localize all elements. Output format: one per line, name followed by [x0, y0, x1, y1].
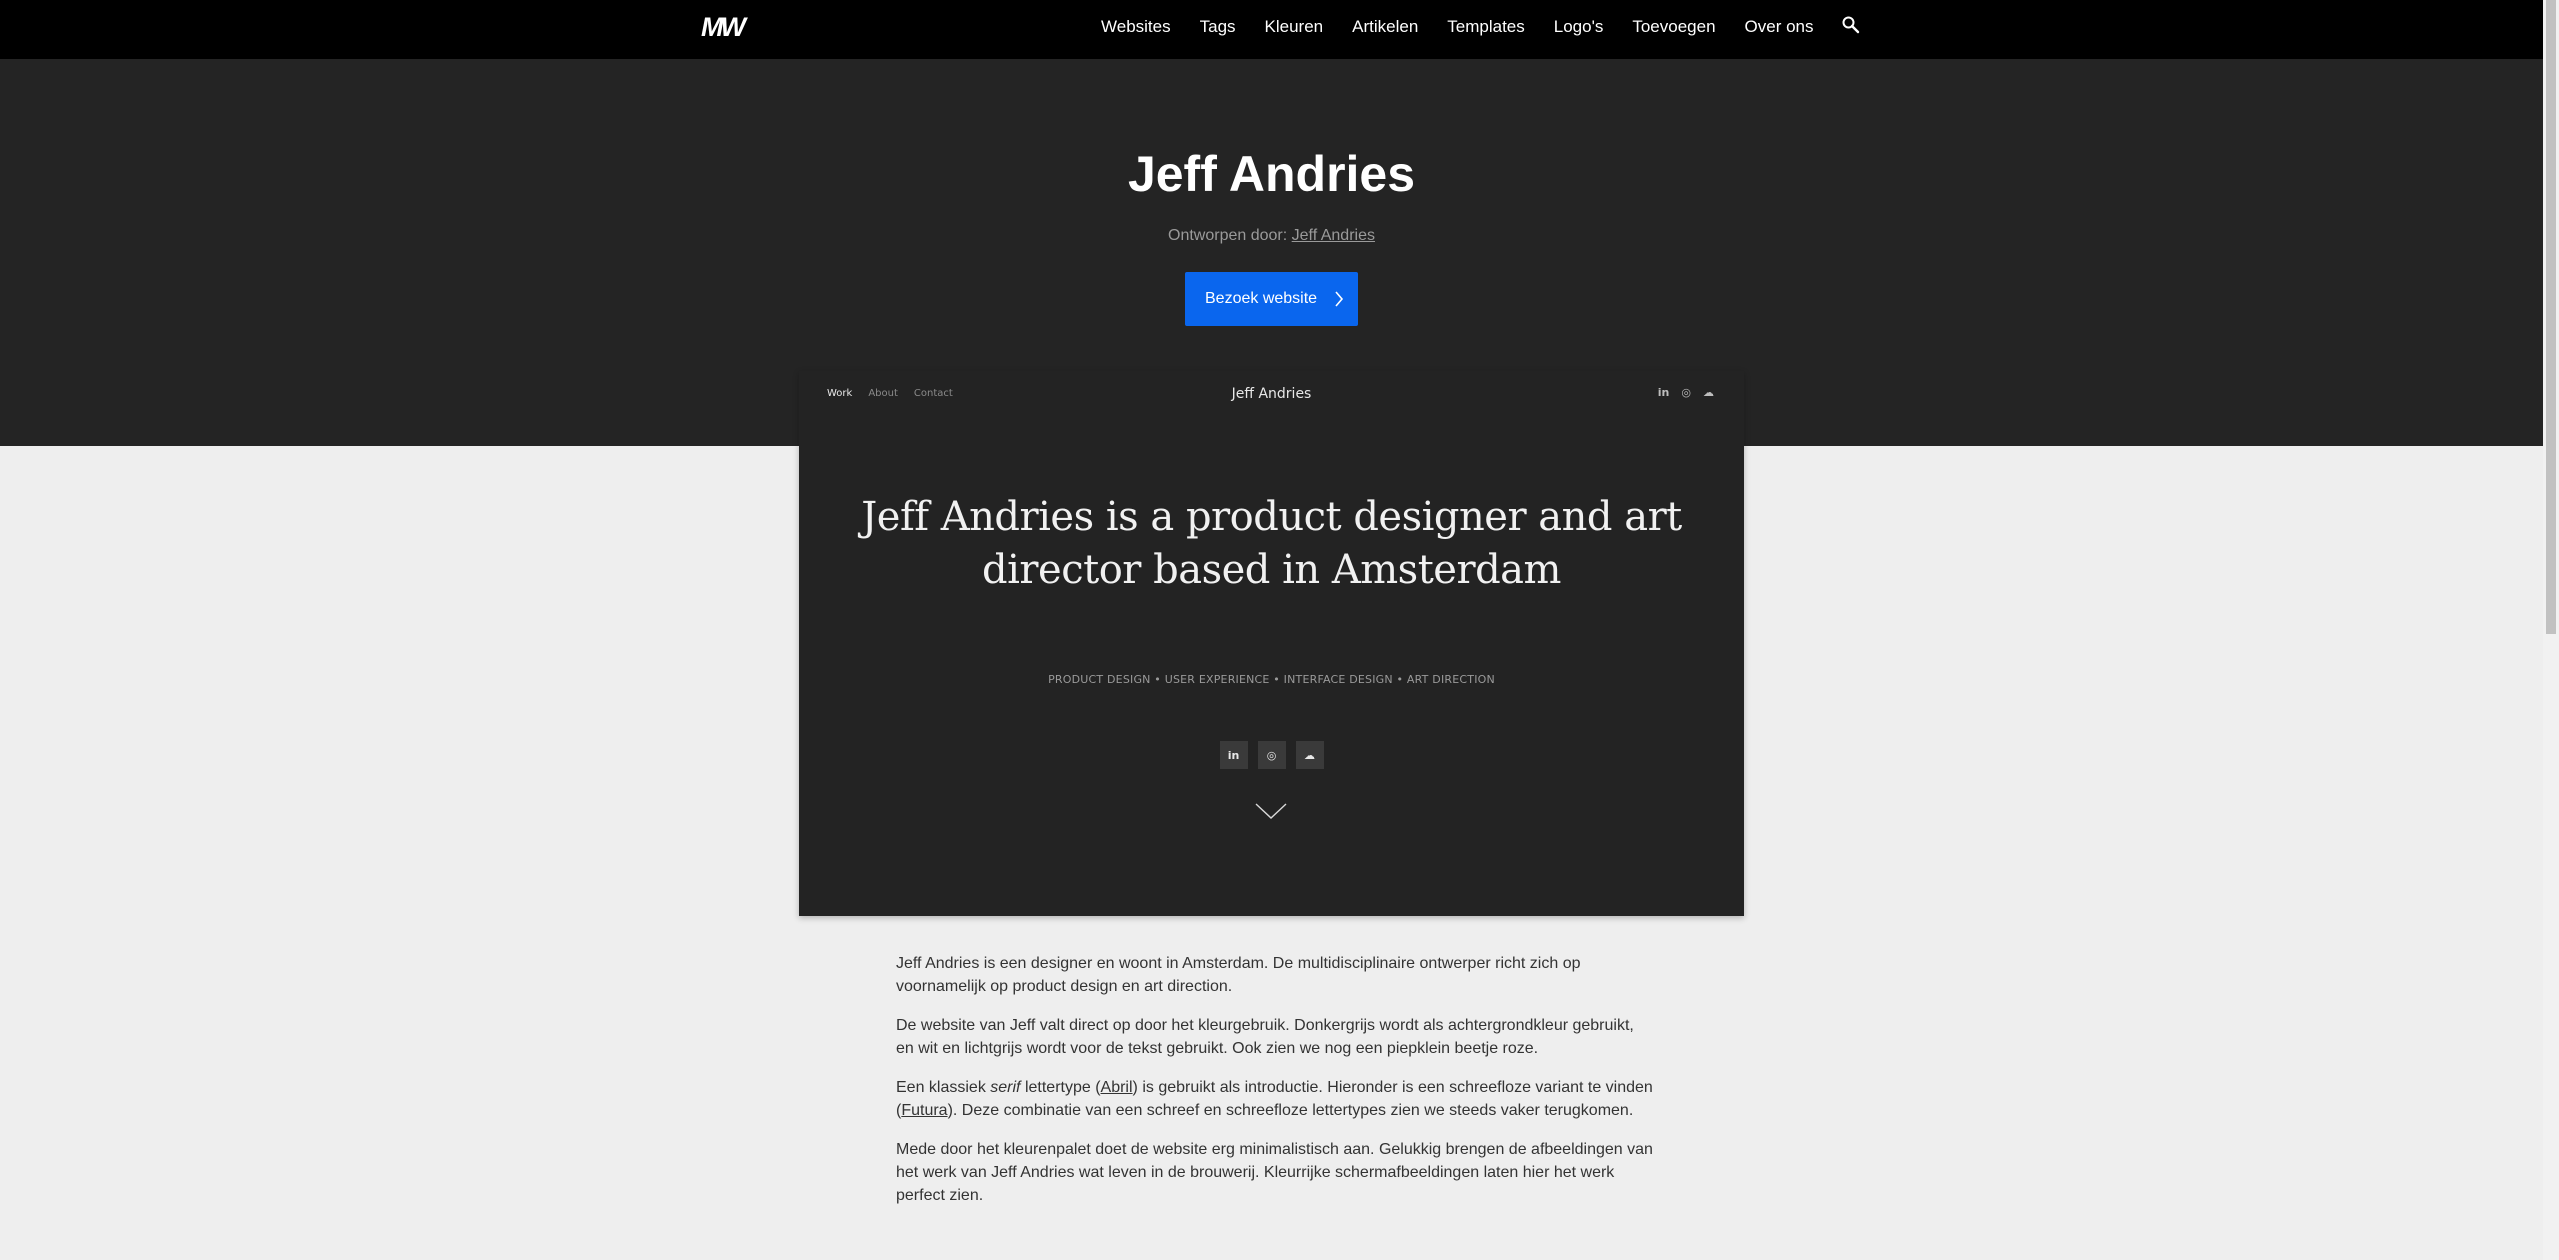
soundcloud-icon: ☁ [1703, 386, 1714, 399]
chevron-down-icon [1255, 803, 1287, 819]
instagram-icon: ◎ [1681, 386, 1691, 399]
site-logo[interactable]: MW [701, 14, 763, 41]
search-icon[interactable] [1841, 15, 1861, 35]
nav-link-tags[interactable]: Tags [1200, 17, 1236, 37]
nav-link-logos[interactable]: Logo's [1554, 17, 1604, 37]
page-title: Jeff Andries [1127, 146, 1416, 202]
visit-website-button[interactable]: Bezoek website [1185, 272, 1358, 326]
linkedin-icon: in [1657, 386, 1670, 399]
website-screenshot[interactable]: Work About Contact Jeff Andries in ◎ ☁ J… [799, 371, 1744, 916]
scrollbar[interactable] [2543, 0, 2559, 1260]
preview-brand: Jeff Andries [1231, 386, 1312, 402]
chevron-right-icon [1335, 291, 1344, 307]
article-paragraph: Een klassiek serif lettertype (Abril) is… [896, 1076, 1656, 1122]
text-fragment: lettertype ( [1020, 1079, 1101, 1096]
nav-link-over-ons[interactable]: Over ons [1745, 17, 1814, 37]
nav-link-kleuren[interactable]: Kleuren [1265, 17, 1324, 37]
visit-website-label: Bezoek website [1205, 290, 1318, 307]
instagram-icon: ◎ [1257, 741, 1286, 769]
font-link-futura[interactable]: Futura [901, 1102, 947, 1119]
nav-link-toevoegen[interactable]: Toevoegen [1632, 17, 1715, 37]
preview-social-buttons: in ◎ ☁ [799, 741, 1744, 769]
article-paragraph: De website van Jeff valt direct op door … [896, 1017, 1634, 1057]
preview-social-top: in ◎ ☁ [1658, 386, 1714, 400]
emphasis-serif: serif [990, 1079, 1021, 1096]
designer-label: Ontworpen door: [1168, 227, 1288, 244]
article-paragraph: Jeff Andries is een designer en woont in… [896, 955, 1581, 995]
nav-link-templates[interactable]: Templates [1447, 17, 1524, 37]
nav-link-websites[interactable]: Websites [1101, 17, 1171, 37]
scrollbar-thumb[interactable] [2546, 0, 2556, 634]
linkedin-icon: in [1219, 741, 1248, 769]
preview-headline: Jeff Andries is a product designer and a… [861, 494, 1682, 593]
article-body: Jeff Andries is een designer en woont in… [896, 952, 1656, 1223]
designer-credit: Ontworpen door: Jeff Andries [0, 226, 2543, 246]
nav-link-artikelen[interactable]: Artikelen [1352, 17, 1418, 37]
article-paragraph: Mede door het kleurenpalet doet de websi… [896, 1141, 1653, 1204]
text-fragment: Een klassiek [896, 1079, 991, 1096]
top-navigation: MW Websites Tags Kleuren Artikelen Templ… [0, 0, 2543, 59]
font-link-abril[interactable]: Abril [1101, 1079, 1133, 1096]
soundcloud-icon: ☁ [1295, 741, 1324, 769]
designer-link[interactable]: Jeff Andries [1292, 227, 1375, 244]
text-fragment: ). Deze combinatie van een schreef en sc… [947, 1102, 1634, 1119]
preview-tags: PRODUCT DESIGN • USER EXPERIENCE • INTER… [1048, 673, 1495, 686]
main-menu: Websites Tags Kleuren Artikelen Template… [1101, 0, 1861, 53]
